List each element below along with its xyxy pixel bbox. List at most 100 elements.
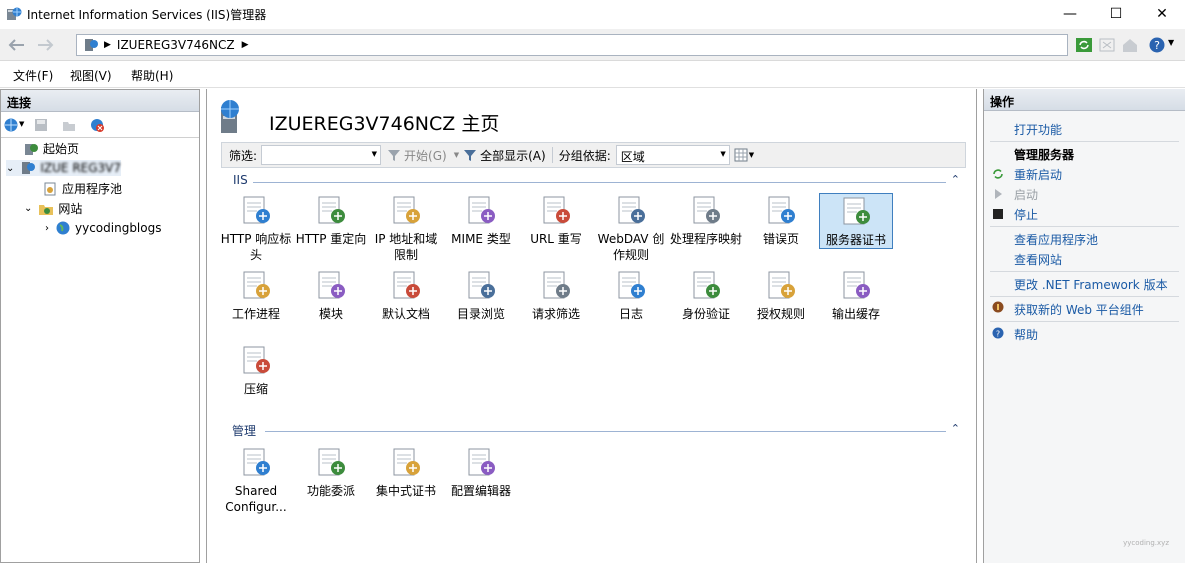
address-field[interactable]: ▶ IZUEREG3V746NCZ ▶ bbox=[76, 34, 1068, 56]
feature-url-rewrite[interactable]: URL 重写 bbox=[519, 193, 593, 247]
handler-mappings-icon bbox=[689, 193, 723, 227]
save-icon[interactable] bbox=[33, 117, 49, 133]
feature-authentication[interactable]: 身份验证 bbox=[669, 268, 743, 322]
svg-text:?: ? bbox=[1154, 39, 1160, 52]
feature-error-pages[interactable]: 错误页 bbox=[744, 193, 818, 247]
action-open-feature[interactable]: 打开功能 bbox=[1014, 121, 1062, 138]
start-filter-button[interactable]: 开始(G) bbox=[404, 147, 447, 164]
up-folder-icon[interactable] bbox=[61, 117, 77, 133]
manage-server-heading: 管理服务器 bbox=[1014, 148, 1075, 162]
tree-sites[interactable]: ⌄ 网站 bbox=[24, 200, 82, 217]
tree-site-yycodingblogs[interactable]: › yycodingblogs bbox=[45, 220, 161, 236]
home-icon[interactable] bbox=[1121, 36, 1139, 54]
feature-modules[interactable]: 模块 bbox=[294, 268, 368, 322]
expand-chevron-icon[interactable]: ⌄ bbox=[24, 203, 32, 214]
tree-app-pools[interactable]: 应用程序池 bbox=[42, 180, 122, 197]
view-mode-icon[interactable] bbox=[734, 148, 748, 162]
minimize-button[interactable]: — bbox=[1047, 0, 1093, 28]
action-restart[interactable]: 重新启动 bbox=[1014, 166, 1062, 183]
separator bbox=[551, 147, 553, 163]
feature-label: 功能委派 bbox=[306, 484, 355, 498]
http-redirect-icon bbox=[314, 193, 348, 227]
feature-shared-config[interactable]: Shared Configur... bbox=[219, 445, 293, 515]
maximize-button[interactable]: ☐ bbox=[1093, 0, 1139, 28]
section-iis[interactable]: IIS ⌃ bbox=[221, 173, 966, 191]
expand-chevron-icon[interactable]: ⌄ bbox=[6, 163, 14, 174]
feature-worker-processes[interactable]: 工作进程 bbox=[219, 268, 293, 322]
feature-label: 输出缓存 bbox=[831, 307, 880, 321]
request-filtering-icon bbox=[539, 268, 573, 302]
feature-label: 请求筛选 bbox=[531, 307, 580, 321]
forward-arrow-icon bbox=[38, 39, 54, 51]
feature-authorization-rules[interactable]: 授权规则 bbox=[744, 268, 818, 322]
action-start[interactable]: 启动 bbox=[1014, 186, 1038, 203]
action-change-netfx[interactable]: 更改 .NET Framework 版本 bbox=[1014, 276, 1168, 293]
help-dropdown-icon[interactable]: ▼ bbox=[1168, 38, 1174, 47]
svg-text:?: ? bbox=[996, 330, 1000, 339]
feature-centralized-certs[interactable]: 集中式证书 bbox=[369, 445, 443, 499]
close-button[interactable]: ✕ bbox=[1139, 0, 1185, 28]
feature-directory-browsing[interactable]: 目录浏览 bbox=[444, 268, 518, 322]
forward-button[interactable] bbox=[34, 34, 58, 56]
restart-icon bbox=[993, 169, 1003, 179]
action-get-web-platform[interactable]: 获取新的 Web 平台组件 bbox=[1014, 301, 1144, 318]
group-by-dropdown-icon[interactable]: ▼ bbox=[720, 150, 725, 158]
feature-config-editor[interactable]: 配置编辑器 bbox=[444, 445, 518, 499]
tree-start-page[interactable]: 起始页 bbox=[23, 140, 79, 157]
section-manage[interactable]: 管理 ⌃ bbox=[221, 422, 966, 440]
web-platform-icon bbox=[992, 301, 1004, 313]
breadcrumb-server[interactable]: IZUEREG3V746NCZ bbox=[117, 38, 235, 52]
feature-http-redirect[interactable]: HTTP 重定向 bbox=[294, 193, 368, 247]
refresh-icon[interactable] bbox=[1075, 36, 1093, 54]
menu-help[interactable]: 帮助(H) bbox=[131, 67, 173, 84]
filter-dropdown-icon[interactable]: ▼ bbox=[372, 150, 377, 158]
connect-globe-icon[interactable] bbox=[3, 117, 19, 133]
address-toolbar: ▶ IZUEREG3V746NCZ ▶ ? ▼ bbox=[0, 29, 1185, 61]
section-manage-label: 管理 bbox=[232, 424, 257, 438]
collapse-section-icon[interactable]: ⌃ bbox=[951, 422, 960, 435]
feature-output-caching[interactable]: 输出缓存 bbox=[819, 268, 893, 322]
menu-view[interactable]: 视图(V) bbox=[70, 67, 112, 84]
section-rule bbox=[265, 431, 946, 432]
feature-delegation-icon bbox=[314, 445, 348, 479]
features-view: IZUEREG3V746NCZ 主页 筛选: ▼ 开始(G) ▼ 全部显示(A)… bbox=[206, 89, 977, 563]
action-stop[interactable]: 停止 bbox=[1014, 206, 1038, 223]
action-view-sites[interactable]: 查看网站 bbox=[1014, 251, 1062, 268]
feature-webdav[interactable]: WebDAV 创作规则 bbox=[594, 193, 668, 263]
action-help[interactable]: 帮助 bbox=[1014, 326, 1038, 343]
start-dropdown-icon[interactable]: ▼ bbox=[454, 151, 459, 159]
compression-icon bbox=[239, 343, 273, 377]
collapse-chevron-icon[interactable]: › bbox=[45, 223, 49, 234]
back-button[interactable] bbox=[4, 34, 28, 56]
tree-server-label: IZUE REG3V7 bbox=[40, 161, 122, 175]
collapse-section-icon[interactable]: ⌃ bbox=[951, 173, 960, 186]
view-mode-dropdown-icon[interactable]: ▼ bbox=[749, 151, 754, 159]
feature-http-response-headers[interactable]: HTTP 响应标头 bbox=[219, 193, 293, 263]
connect-dropdown-icon[interactable]: ▼ bbox=[19, 120, 24, 128]
feature-ip-restrictions[interactable]: IP 地址和域限制 bbox=[369, 193, 443, 263]
show-all-button[interactable]: 全部显示(A) bbox=[480, 147, 546, 164]
action-view-app-pools[interactable]: 查看应用程序池 bbox=[1014, 231, 1098, 248]
menu-file[interactable]: 文件(F) bbox=[13, 67, 53, 84]
globe-icon bbox=[56, 221, 70, 235]
feature-server-certificates[interactable]: 服务器证书 bbox=[819, 193, 893, 249]
disconnect-icon[interactable] bbox=[89, 117, 105, 133]
actions-pane: 操作 打开功能 管理服务器 重新启动 启动 停止 查看应用程序池 查看网站 更改… bbox=[983, 89, 1185, 563]
stop-icon[interactable] bbox=[1098, 36, 1116, 54]
help-icon[interactable]: ? bbox=[1148, 36, 1166, 54]
filter-toolbar: 筛选: ▼ 开始(G) ▼ 全部显示(A) 分组依据: 区域 ▼ ▼ bbox=[221, 142, 966, 168]
feature-feature-delegation[interactable]: 功能委派 bbox=[294, 445, 368, 499]
tree-server[interactable]: ⌄ IZUE REG3V7 bbox=[6, 160, 122, 176]
tree-start-page-label: 起始页 bbox=[43, 142, 80, 156]
feature-request-filtering[interactable]: 请求筛选 bbox=[519, 268, 593, 322]
directory-browsing-icon bbox=[464, 268, 498, 302]
feature-handler-mappings[interactable]: 处理程序映射 bbox=[669, 193, 743, 247]
feature-logging[interactable]: 日志 bbox=[594, 268, 668, 322]
feature-label: 身份验证 bbox=[681, 307, 730, 321]
feature-compression[interactable]: 压缩 bbox=[219, 343, 293, 397]
feature-mime-types[interactable]: MIME 类型 bbox=[444, 193, 518, 247]
help-icon: ? bbox=[992, 327, 1004, 339]
feature-default-document[interactable]: 默认文档 bbox=[369, 268, 443, 322]
filter-input[interactable]: ▼ bbox=[261, 145, 382, 165]
group-by-select[interactable]: 区域 ▼ bbox=[615, 145, 730, 165]
